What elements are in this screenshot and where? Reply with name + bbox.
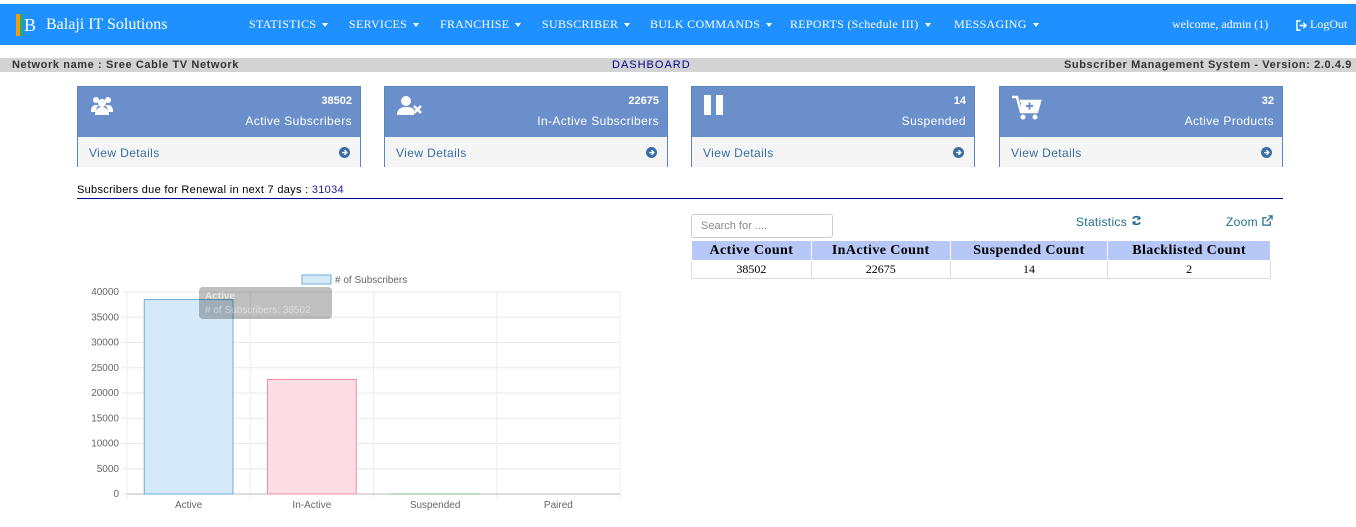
pause-icon <box>704 95 723 115</box>
y-tick-label: 35000 <box>91 312 119 323</box>
caret-down-icon <box>322 23 329 28</box>
arrow-circle-right-icon <box>953 147 964 158</box>
nav-reports[interactable]: REPORTS (Schedule III) <box>790 17 931 32</box>
users-icon <box>91 97 113 115</box>
brand[interactable]: B Balaji IT Solutions <box>16 4 167 45</box>
card-label: Active Products <box>1184 114 1274 128</box>
y-tick-label: 10000 <box>91 439 119 450</box>
card-value: 32 <box>1261 95 1274 107</box>
tooltip-title: Active <box>205 291 235 302</box>
card-label: Suspended <box>901 114 966 128</box>
x-tick-label: Paired <box>544 500 573 511</box>
refresh-icon <box>1131 215 1141 226</box>
legend-label: # of Subscribers <box>335 275 407 286</box>
arrow-circle-right-icon <box>646 147 657 158</box>
bar-active <box>143 299 234 495</box>
table-cell: 2 <box>1107 260 1271 279</box>
column-header: Suspended Count <box>949 240 1109 261</box>
caret-down-icon <box>515 23 522 28</box>
legend-swatch <box>301 274 332 285</box>
dashboard-title: DASHBOARD <box>612 59 691 71</box>
logout-icon <box>1296 19 1308 31</box>
subscribers-bar-chart: 0 5000 10000 15000 20000 25000 30000 35000 40000… <box>91 274 621 511</box>
renewal-count[interactable]: 31034 <box>312 184 344 196</box>
brand-name: Balaji IT Solutions <box>46 15 168 33</box>
card-value: 38502 <box>321 95 352 107</box>
cart-plus-icon <box>1012 95 1042 120</box>
view-details-link[interactable]: View Details <box>385 137 667 167</box>
x-tick-label: Suspended <box>410 500 461 511</box>
nav-messaging[interactable]: MESSAGING <box>954 17 1039 32</box>
y-tick-label: 0 <box>113 489 119 500</box>
arrow-circle-right-icon <box>1261 147 1272 158</box>
y-tick-label: 15000 <box>91 413 119 424</box>
table-cell: 14 <box>949 260 1109 279</box>
bar-in-active <box>267 378 357 495</box>
nav-franchise[interactable]: FRANCHISE <box>440 17 522 32</box>
nav-subscriber[interactable]: SUBSCRIBER <box>542 17 631 32</box>
card-label: Active Subscribers <box>245 114 352 128</box>
welcome-user[interactable]: welcome, admin (1) <box>1172 4 1268 45</box>
network-name: Network name : Sree Cable TV Network <box>12 59 239 71</box>
view-details-link[interactable]: View Details <box>1000 137 1282 167</box>
card-active-products: 32 Active Products View Details <box>999 86 1283 167</box>
system-version: Subscriber Management System - Version: … <box>1063 59 1352 71</box>
nav-services[interactable]: SERVICES <box>349 17 420 32</box>
y-tick-label: 40000 <box>91 287 119 298</box>
column-header: Blacklisted Count <box>1107 240 1271 261</box>
view-details-link[interactable]: View Details <box>692 137 974 167</box>
caret-down-icon <box>924 23 931 28</box>
caret-down-icon <box>766 23 773 28</box>
user-times-icon <box>397 96 422 115</box>
x-tick-label: Active <box>175 500 203 511</box>
counts-table: Active Count InActive Count Suspended Co… <box>691 240 1271 279</box>
search-input[interactable] <box>691 214 833 238</box>
card-value: 22675 <box>628 95 659 107</box>
table-header-row: Active Count InActive Count Suspended Co… <box>691 240 1271 261</box>
card-inactive-subscribers: 22675 In-Active Subscribers View Details <box>384 86 668 167</box>
caret-down-icon <box>1032 23 1039 28</box>
caret-down-icon <box>413 23 420 28</box>
statistics-refresh-link[interactable]: Statistics <box>1076 215 1142 229</box>
view-details-link[interactable]: View Details <box>78 137 360 167</box>
column-header: Active Count <box>691 240 812 261</box>
card-suspended: 14 Suspended View Details <box>691 86 975 167</box>
table-cell: 22675 <box>810 260 951 279</box>
logout-label: LogOut <box>1310 17 1348 31</box>
info-bar: Network name : Sree Cable TV Network DAS… <box>0 58 1356 72</box>
nav-statistics[interactable]: STATISTICS <box>249 17 329 32</box>
y-tick-label: 30000 <box>91 338 119 349</box>
top-navbar: B Balaji IT Solutions STATISTICS SERVICE… <box>0 4 1356 45</box>
brand-logo-icon: B <box>16 13 36 36</box>
renewal-notice: Subscribers due for Renewal in next 7 da… <box>77 184 344 196</box>
arrow-circle-right-icon <box>339 147 350 158</box>
divider <box>77 198 1283 199</box>
y-tick-label: 25000 <box>91 363 119 374</box>
card-label: In-Active Subscribers <box>537 114 659 128</box>
tooltip-text: # of Subscribers: 38502 <box>205 305 311 316</box>
table-cell: 38502 <box>691 260 812 279</box>
logout-button[interactable]: LogOut <box>1296 4 1347 45</box>
y-tick-label: 5000 <box>97 464 120 475</box>
x-tick-label: In-Active <box>292 500 331 511</box>
y-tick-label: 20000 <box>91 388 119 399</box>
card-active-subscribers: 38502 Active Subscribers View Details <box>77 86 361 167</box>
table-row: 38502 22675 14 2 <box>691 260 1271 279</box>
zoom-link[interactable]: Zoom <box>1226 215 1273 229</box>
nav-bulk-commands[interactable]: BULK COMMANDS <box>650 17 773 32</box>
card-value: 14 <box>953 95 966 107</box>
renewal-label: Subscribers due for Renewal in next 7 da… <box>77 184 309 196</box>
external-link-icon <box>1261 215 1273 226</box>
column-header: InActive Count <box>810 240 951 261</box>
caret-down-icon <box>624 23 631 28</box>
